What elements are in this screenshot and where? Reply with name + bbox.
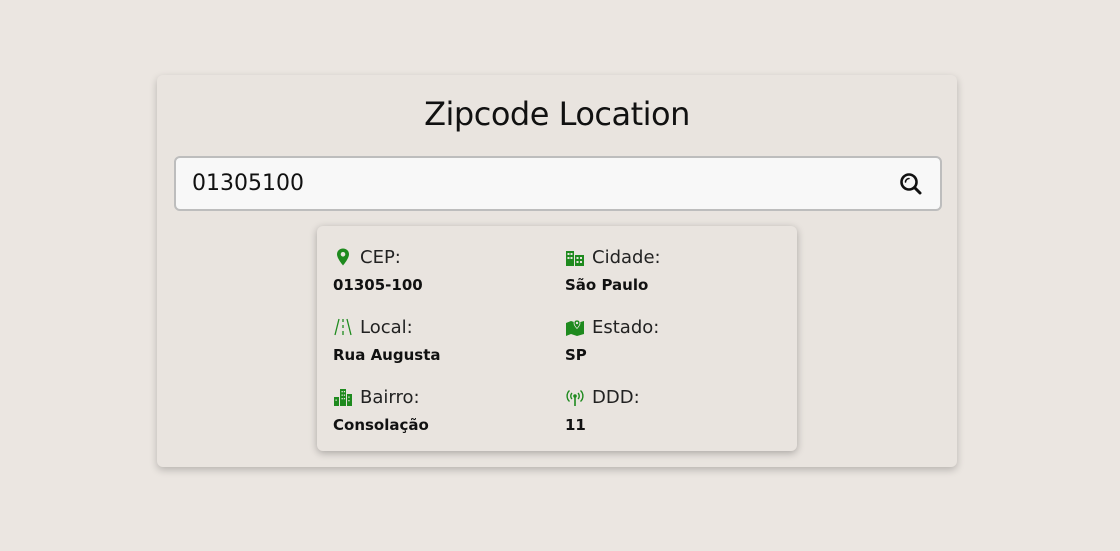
estado-label: Estado: — [592, 316, 660, 338]
cep-label: CEP: — [360, 246, 401, 268]
local-field: Local: Rua Augusta — [333, 316, 533, 365]
estado-value: SP — [565, 346, 587, 364]
zipcode-input[interactable] — [192, 158, 872, 209]
ddd-label: DDD: — [592, 386, 640, 408]
ddd-field: DDD: 11 — [565, 386, 765, 435]
cidade-value: São Paulo — [565, 276, 649, 294]
ddd-value: 11 — [565, 416, 586, 434]
estado-field: Estado: SP — [565, 316, 765, 365]
road-icon — [334, 318, 352, 336]
map-pin-icon — [337, 248, 349, 266]
cep-field: CEP: 01305-100 — [333, 246, 533, 295]
bairro-value: Consolação — [333, 416, 429, 434]
result-panel: CEP: 01305-100 Cidade: São Paulo Local: … — [317, 226, 797, 451]
antenna-icon — [566, 389, 584, 406]
cidade-label: Cidade: — [592, 246, 661, 268]
buildings-icon — [334, 389, 352, 406]
cidade-field: Cidade: São Paulo — [565, 246, 765, 295]
bairro-label: Bairro: — [360, 386, 420, 408]
local-label: Local: — [360, 316, 413, 338]
page-title: Zipcode Location — [424, 95, 690, 133]
zipcode-card: Zipcode Location CEP: 01305-100 — [157, 75, 957, 467]
search-icon — [900, 173, 922, 195]
local-value: Rua Augusta — [333, 346, 441, 364]
bairro-field: Bairro: Consolação — [333, 386, 533, 435]
search-box — [174, 156, 942, 211]
city-icon — [566, 251, 584, 266]
map-icon — [566, 319, 584, 336]
cep-value: 01305-100 — [333, 276, 423, 294]
search-button[interactable] — [898, 171, 924, 197]
